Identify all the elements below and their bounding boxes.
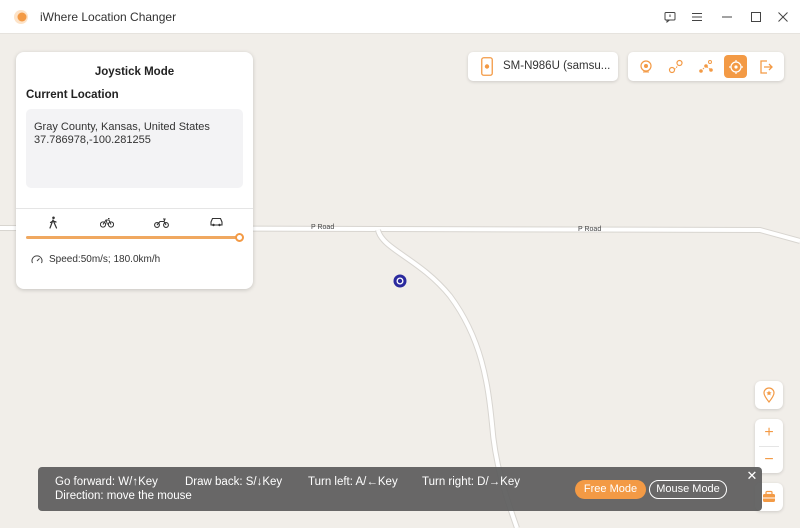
car-mode-button[interactable] bbox=[207, 215, 225, 229]
current-location-box: Gray County, Kansas, United States 37.78… bbox=[26, 109, 243, 188]
zoom-controls: + − bbox=[755, 419, 783, 473]
location-coordinates: 37.786978,-100.281255 bbox=[34, 134, 151, 146]
mouse-mode-button[interactable]: Mouse Mode bbox=[649, 480, 727, 499]
device-selector[interactable]: SM-N986U (samsu... bbox=[468, 52, 618, 81]
joystick-panel: Joystick Mode Current Location Gray Coun… bbox=[16, 52, 253, 289]
hint-direction: Direction: move the mouse bbox=[55, 490, 192, 502]
car-toolbox-icon bbox=[763, 490, 775, 502]
close-icon bbox=[778, 12, 788, 22]
one-stop-route-button[interactable] bbox=[664, 55, 687, 78]
mode-toolbar bbox=[628, 52, 784, 81]
current-location-label: Current Location bbox=[26, 89, 119, 101]
hint-back: Draw back: S/↓Key bbox=[185, 476, 283, 488]
favorite-location-icon bbox=[763, 387, 775, 403]
bicycle-mode-button[interactable] bbox=[98, 215, 116, 229]
close-button[interactable] bbox=[772, 7, 794, 27]
menu-icon bbox=[692, 13, 702, 21]
teleport-mode-button[interactable] bbox=[634, 55, 657, 78]
panel-title: Joystick Mode bbox=[94, 66, 175, 78]
multi-stop-route-button[interactable] bbox=[694, 55, 717, 78]
hint-forward: Go forward: W/↑Key bbox=[55, 476, 158, 488]
free-mode-button[interactable]: Free Mode bbox=[575, 480, 646, 499]
location-address: Gray County, Kansas, United States bbox=[34, 121, 210, 133]
panel-divider bbox=[16, 208, 253, 209]
joystick-mode-button[interactable] bbox=[724, 55, 747, 78]
multi-stop-route-icon bbox=[698, 59, 713, 73]
menu-button[interactable] bbox=[686, 7, 708, 27]
bicycle-icon bbox=[100, 217, 114, 228]
minimize-icon bbox=[722, 16, 732, 18]
feedback-icon bbox=[664, 12, 676, 23]
car-icon bbox=[209, 217, 223, 227]
minimize-button[interactable] bbox=[716, 7, 738, 27]
favorites-button[interactable] bbox=[755, 381, 783, 409]
one-stop-route-icon bbox=[668, 59, 683, 73]
speedometer-icon bbox=[31, 255, 43, 264]
maximize-button[interactable] bbox=[745, 7, 767, 27]
road-label: P Road bbox=[578, 226, 602, 233]
app-logo-icon bbox=[14, 10, 28, 24]
maximize-icon bbox=[751, 12, 761, 22]
walk-icon bbox=[49, 216, 58, 229]
motorcycle-icon bbox=[153, 217, 169, 228]
device-name: SM-N986U (samsu... bbox=[503, 60, 611, 72]
walk-mode-button[interactable] bbox=[44, 215, 62, 229]
keyboard-hint-bar: Go forward: W/↑Key Draw back: S/↓Key Tur… bbox=[38, 467, 762, 511]
feedback-button[interactable] bbox=[659, 7, 681, 27]
title-bar: iWhere Location Changer bbox=[0, 0, 800, 34]
hint-right: Turn right: D/→Key bbox=[422, 476, 520, 488]
location-marker-icon[interactable] bbox=[393, 274, 407, 288]
hint-close-icon[interactable]: ✕ bbox=[745, 469, 759, 483]
road-label: P Road bbox=[311, 224, 335, 231]
exit-icon bbox=[759, 59, 773, 74]
exit-button[interactable] bbox=[754, 55, 777, 78]
app-title: iWhere Location Changer bbox=[40, 10, 177, 24]
hint-left: Turn left: A/←Key bbox=[308, 476, 398, 488]
motorcycle-mode-button[interactable] bbox=[152, 215, 170, 229]
teleport-icon bbox=[639, 59, 652, 72]
speed-slider-track[interactable] bbox=[26, 236, 239, 239]
phone-icon bbox=[481, 57, 493, 76]
speed-readout: Speed:50m/s; 180.0km/h bbox=[49, 254, 161, 265]
joystick-icon bbox=[728, 59, 743, 74]
zoom-in-button[interactable]: + bbox=[755, 419, 783, 446]
speed-slider-thumb[interactable] bbox=[235, 233, 244, 242]
